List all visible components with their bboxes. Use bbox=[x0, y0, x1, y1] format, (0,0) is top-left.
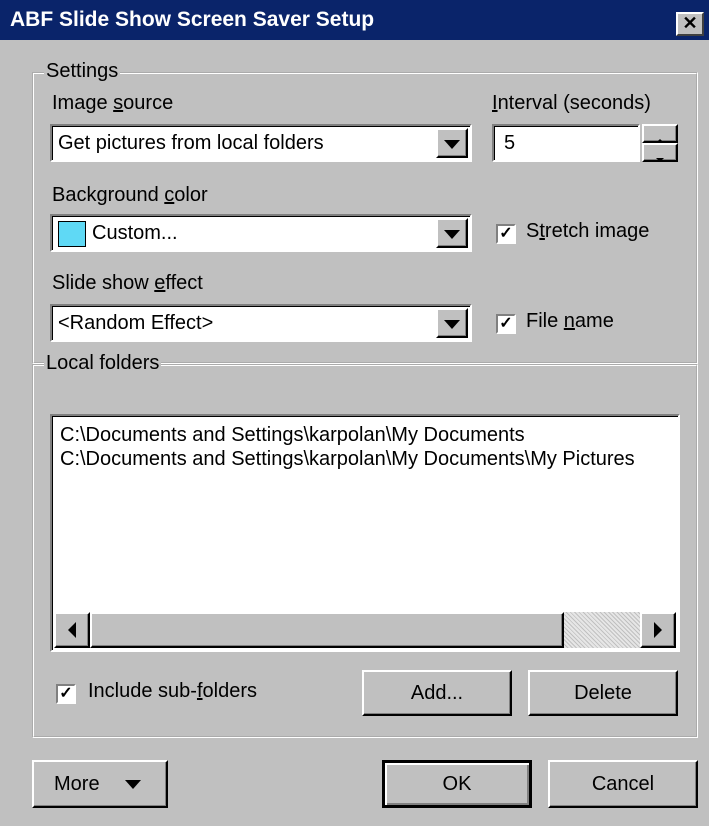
cancel-button[interactable]: Cancel bbox=[548, 760, 698, 808]
interval-spin-down[interactable] bbox=[642, 143, 678, 162]
include-subfolders-checkbox[interactable]: ✓ bbox=[56, 684, 76, 704]
background-color-dropdown-button[interactable] bbox=[436, 218, 468, 248]
folder-list-item[interactable]: C:\Documents and Settings\karpolan\My Do… bbox=[60, 424, 525, 447]
color-swatch bbox=[58, 221, 86, 247]
more-label: More bbox=[54, 773, 100, 795]
image-source-select[interactable]: Get pictures from local folders bbox=[50, 124, 472, 162]
add-folder-button[interactable]: Add... bbox=[362, 670, 512, 716]
image-source-label: Image source bbox=[52, 92, 174, 114]
interval-spin-up[interactable] bbox=[642, 124, 678, 143]
scroll-right-button[interactable] bbox=[640, 612, 676, 648]
horizontal-scrollbar[interactable] bbox=[54, 612, 676, 648]
arrow-right-icon bbox=[654, 622, 662, 638]
file-name-checkbox[interactable]: ✓ bbox=[496, 314, 516, 334]
more-button[interactable]: More bbox=[32, 760, 168, 808]
effect-value: <Random Effect> bbox=[58, 312, 214, 334]
ok-button[interactable]: OK bbox=[382, 760, 532, 808]
scroll-thumb[interactable] bbox=[90, 612, 564, 648]
interval-label: Interval (seconds) bbox=[492, 92, 651, 114]
image-source-value: Get pictures from local folders bbox=[58, 132, 324, 154]
effect-dropdown-button[interactable] bbox=[436, 308, 468, 338]
chevron-down-icon bbox=[444, 320, 460, 329]
image-source-dropdown-button[interactable] bbox=[436, 128, 468, 158]
window-title: ABF Slide Show Screen Saver Setup bbox=[10, 8, 375, 31]
local-folders-legend: Local folders bbox=[44, 352, 162, 375]
close-button[interactable]: ✕ bbox=[676, 12, 704, 36]
folder-list-item[interactable]: C:\Documents and Settings\karpolan\My Do… bbox=[60, 448, 635, 471]
scroll-left-button[interactable] bbox=[54, 612, 90, 648]
spin-down-icon bbox=[656, 158, 664, 162]
stretch-image-checkbox[interactable]: ✓ bbox=[496, 224, 516, 244]
effect-label: Slide show effect bbox=[52, 272, 203, 294]
chevron-down-icon bbox=[125, 780, 142, 790]
background-color-value: Custom... bbox=[92, 222, 178, 244]
include-subfolders-label: Include sub-folders bbox=[88, 680, 258, 702]
chevron-down-icon bbox=[444, 230, 460, 239]
background-color-select[interactable]: Custom... bbox=[50, 214, 472, 252]
chevron-down-icon bbox=[444, 140, 460, 149]
settings-legend: Settings bbox=[44, 60, 121, 83]
close-icon: ✕ bbox=[682, 13, 698, 33]
file-name-label: File name bbox=[526, 310, 614, 332]
background-color-label: Background color bbox=[52, 184, 208, 206]
arrow-left-icon bbox=[68, 622, 76, 638]
interval-input[interactable]: 5 bbox=[492, 124, 640, 162]
stretch-image-label: Stretch image bbox=[526, 220, 650, 242]
delete-folder-button[interactable]: Delete bbox=[528, 670, 678, 716]
effect-select[interactable]: <Random Effect> bbox=[50, 304, 472, 342]
